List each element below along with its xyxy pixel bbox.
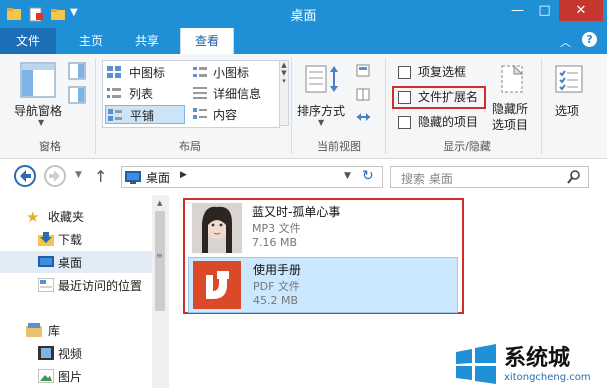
nav-pane-scrollbar[interactable]: ▲ ≡: [152, 195, 169, 388]
downloads-icon: [38, 232, 54, 249]
nav-pane-icon[interactable]: [20, 62, 56, 101]
nav-item-recent-places[interactable]: 最近访问的位置: [0, 274, 152, 296]
sort-by-icon[interactable]: [304, 64, 344, 97]
address-dropdown-icon[interactable]: ▼: [344, 171, 351, 181]
nav-item-pictures[interactable]: 图片: [0, 365, 152, 387]
layout-medium-icons[interactable]: 中图标: [105, 63, 185, 81]
layout-list[interactable]: 列表: [105, 84, 185, 102]
file-name: 使用手册: [253, 263, 302, 277]
title-bar: ▼ 桌面 — □ ✕: [0, 0, 607, 28]
options-icon[interactable]: [554, 64, 584, 97]
group-label-current-view: 当前视图: [317, 140, 361, 153]
path-chevron-icon[interactable]: ▶: [180, 170, 187, 180]
address-row: ▼ ↑ 桌面 ▶ ▼ ↻ 搜索 桌面: [0, 159, 607, 195]
group-divider: [95, 58, 96, 154]
address-path[interactable]: 桌面: [146, 169, 170, 186]
item-checkboxes-checkbox[interactable]: [398, 66, 411, 79]
file-size: 7.16 MB: [252, 236, 298, 249]
search-placeholder: 搜索 桌面: [401, 172, 453, 186]
navigation-pane: ★ 收藏夹 下载 桌面 最近访问的位置 库 视频 图片 ▲ ≡: [0, 195, 172, 388]
hidden-items-checkbox[interactable]: [398, 116, 411, 129]
watermark: 系统城 xitongcheng.com: [452, 340, 607, 388]
hide-selected-label-1[interactable]: 隐藏所: [492, 100, 528, 117]
file-item[interactable]: 蓝又时-孤单心事 MP3 文件 7.16 MB: [188, 201, 458, 257]
preview-pane-icon[interactable]: [68, 62, 86, 83]
windows-logo-icon: [452, 342, 500, 389]
watermark-url: xitongcheng.com: [504, 372, 591, 383]
nav-item-favorites[interactable]: ★ 收藏夹: [0, 205, 152, 227]
pdf-icon: [193, 261, 241, 312]
group-label-layout: 布局: [179, 140, 201, 153]
up-icon[interactable]: ↑: [94, 167, 107, 186]
hide-selected-label-2[interactable]: 选项目: [492, 116, 528, 133]
scrollbar-thumb[interactable]: ≡: [155, 211, 165, 311]
size-columns-icon[interactable]: [356, 110, 372, 127]
group-label-show-hide: 显示/隐藏: [443, 140, 491, 153]
item-checkboxes-label: 项复选框: [418, 65, 467, 79]
maximize-button[interactable]: □: [532, 2, 557, 20]
file-name: 蓝又时-孤单心事: [252, 205, 341, 219]
address-bar[interactable]: 桌面 ▶ ▼ ↻: [121, 166, 383, 188]
recent-locations-icon[interactable]: ▼: [75, 170, 82, 180]
ribbon-body: 导航窗格 ▼ 窗格 中图标 小图标 列表 详细信息 平铺 内容 ▲▼▾ 布局: [0, 54, 607, 159]
layout-gallery: 中图标 小图标 列表 详细信息 平铺 内容: [102, 60, 280, 128]
group-divider: [385, 58, 386, 154]
help-icon[interactable]: ?: [582, 32, 597, 47]
forward-button[interactable]: [44, 165, 66, 187]
nav-pane-dropdown-icon[interactable]: ▼: [38, 118, 44, 127]
back-button[interactable]: [14, 165, 36, 187]
file-size: 45.2 MB: [253, 294, 299, 307]
file-extensions-checkbox[interactable]: [398, 91, 411, 104]
hidden-items-label: 隐藏的项目: [418, 115, 479, 129]
layout-tiles[interactable]: 平铺: [105, 105, 185, 124]
ribbon-tabs: 文件 主页 共享 查看 ︿ ?: [0, 28, 607, 54]
group-label-pane: 窗格: [39, 140, 61, 153]
nav-item-videos[interactable]: 视频: [0, 342, 152, 364]
layout-small-icons[interactable]: 小图标: [191, 63, 275, 81]
file-type: PDF 文件: [253, 280, 300, 293]
sort-by-dropdown-icon[interactable]: ▼: [318, 118, 324, 127]
group-divider: [291, 58, 292, 154]
star-icon: ★: [26, 208, 40, 226]
nav-item-downloads[interactable]: 下载: [0, 228, 152, 250]
hide-selected-icon[interactable]: [500, 64, 526, 97]
recent-places-icon: [37, 277, 55, 295]
refresh-icon[interactable]: ↻: [362, 168, 374, 184]
tab-view[interactable]: 查看: [180, 28, 234, 54]
nav-item-libraries[interactable]: 库: [0, 319, 152, 341]
layout-content[interactable]: 内容: [191, 105, 275, 123]
options-button[interactable]: 选项: [555, 102, 579, 119]
desktop-icon: [38, 256, 54, 272]
tab-home[interactable]: 主页: [68, 28, 114, 54]
layout-details[interactable]: 详细信息: [191, 84, 275, 102]
file-item-selected[interactable]: 使用手册 PDF 文件 45.2 MB: [188, 257, 458, 313]
search-input[interactable]: 搜索 桌面: [390, 166, 589, 188]
nav-item-desktop[interactable]: 桌面: [0, 251, 152, 273]
layout-gallery-scroll[interactable]: ▲ ▼ ▾: [279, 60, 289, 126]
pictures-icon: [37, 368, 55, 386]
close-button[interactable]: ✕: [559, 0, 603, 21]
file-type: MP3 文件: [252, 222, 301, 235]
group-by-icon[interactable]: [356, 64, 372, 81]
collapse-ribbon-icon[interactable]: ︿: [560, 34, 571, 50]
group-divider: [541, 58, 542, 154]
file-extensions-label: 文件扩展名: [418, 90, 479, 104]
add-columns-icon[interactable]: [356, 88, 372, 105]
scroll-up-icon[interactable]: ▲: [157, 199, 162, 207]
videos-icon: [38, 346, 54, 363]
watermark-brand: 系统城: [504, 346, 571, 371]
minimize-button[interactable]: —: [505, 2, 530, 20]
search-icon[interactable]: [567, 169, 581, 188]
nav-pane-button[interactable]: 导航窗格: [14, 102, 62, 119]
sort-by-button[interactable]: 排序方式: [297, 102, 345, 119]
desktop-icon: [125, 171, 141, 187]
details-pane-icon[interactable]: [68, 86, 86, 107]
libraries-icon: [26, 323, 42, 340]
tab-file[interactable]: 文件: [0, 28, 56, 54]
album-art-thumbnail: [192, 203, 242, 256]
tab-share[interactable]: 共享: [124, 28, 170, 54]
